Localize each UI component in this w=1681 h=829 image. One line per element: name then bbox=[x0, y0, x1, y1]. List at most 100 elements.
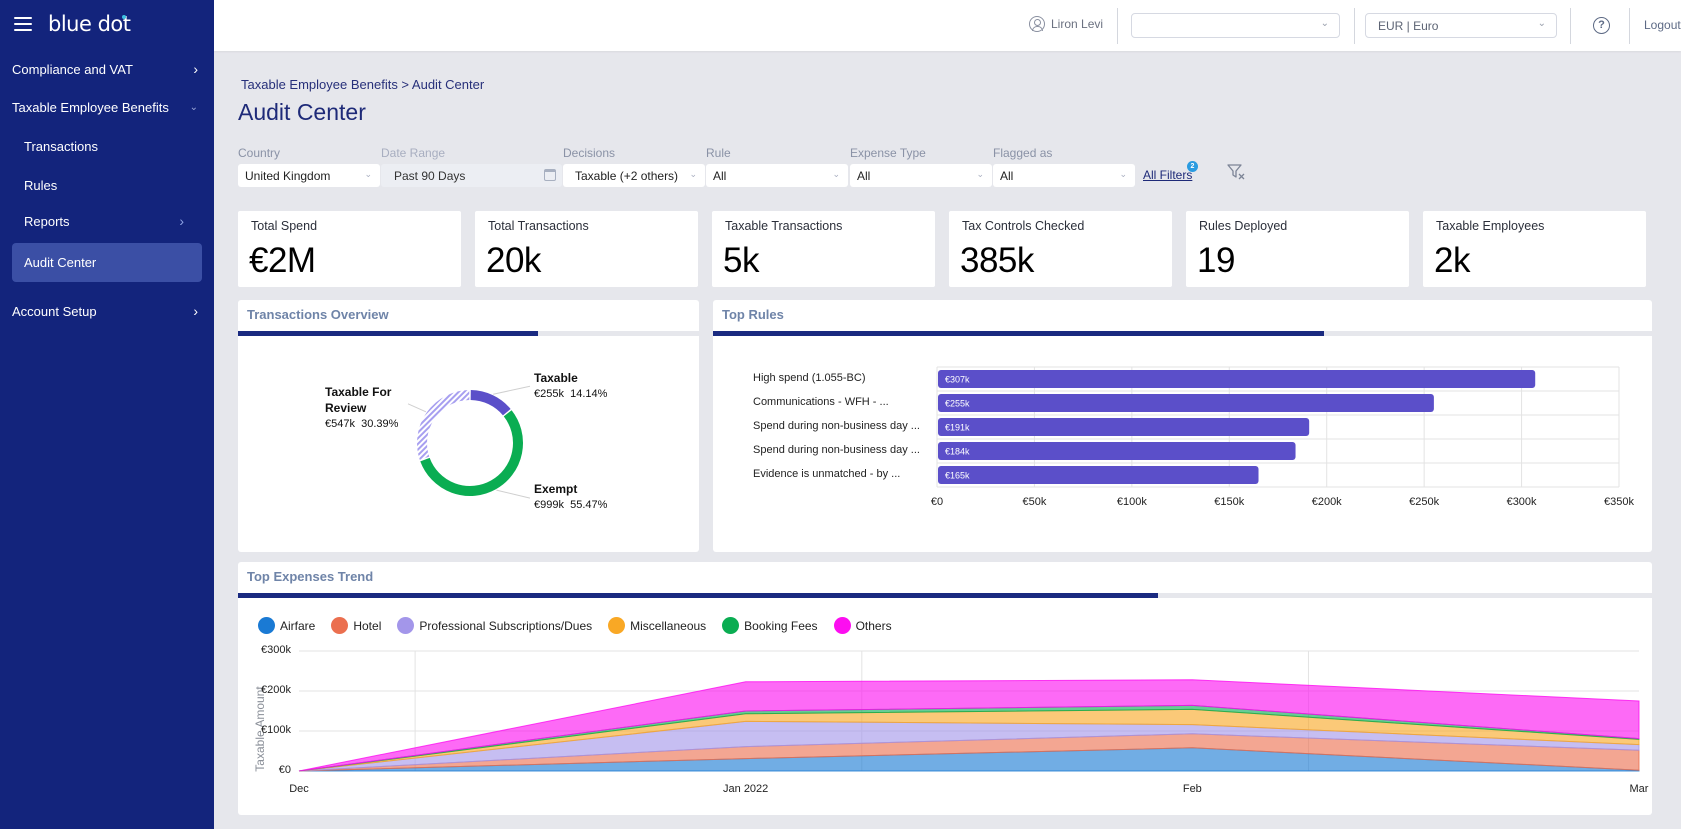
decisions-select-value: Taxable (+2 others) bbox=[575, 169, 679, 183]
x-tick-label: Jan 2022 bbox=[723, 783, 769, 795]
sidebar-item-label: Rules bbox=[24, 177, 58, 193]
top-bar: Liron Levi ⌄ EUR | Euro ⌄ ? Logout bbox=[214, 0, 1681, 51]
kpi-value: 5k bbox=[723, 241, 759, 280]
logo-text: blue dot bbox=[48, 12, 131, 36]
rule-bar[interactable] bbox=[938, 370, 1536, 388]
rule-label: Spend during non-business day ... bbox=[753, 420, 920, 432]
x-tick-label: €200k bbox=[1311, 496, 1342, 508]
calendar-icon[interactable] bbox=[544, 169, 556, 181]
sidebar-item-reports[interactable]: Reports › bbox=[0, 206, 214, 236]
slice-percent: 55.47% bbox=[570, 499, 608, 511]
x-tick-label: €150k bbox=[1214, 496, 1245, 508]
currency-select-value: EUR | Euro bbox=[1378, 19, 1439, 33]
donut-slice-exempt[interactable] bbox=[420, 410, 523, 496]
x-tick-label: €250k bbox=[1409, 496, 1440, 508]
kpi-card-taxable-employees: Taxable Employees 2k bbox=[1423, 211, 1646, 287]
entity-select[interactable]: ⌄ bbox=[1131, 13, 1340, 38]
chevron-down-icon: ⌄ bbox=[1537, 18, 1546, 29]
clear-filters-icon[interactable] bbox=[1227, 163, 1245, 181]
help-glyph: ? bbox=[1598, 19, 1605, 31]
date-range-input[interactable]: Past 90 Days bbox=[381, 164, 562, 187]
sidebar-item-rules[interactable]: Rules bbox=[0, 170, 214, 200]
chevron-down-icon: ⌄ bbox=[1119, 169, 1127, 179]
donut-chart bbox=[407, 385, 531, 499]
expense-type-filter-label: Expense Type bbox=[850, 146, 926, 160]
kpi-label: Total Spend bbox=[251, 219, 318, 233]
divider bbox=[1117, 8, 1118, 44]
hamburger-icon[interactable] bbox=[14, 17, 32, 31]
donut-label-taxable: Taxable €255k 14.14% bbox=[534, 371, 607, 402]
expense-type-filter: Expense Type All ⌄ bbox=[850, 146, 992, 187]
rule-label: Spend during non-business day ... bbox=[753, 444, 920, 456]
help-icon[interactable]: ? bbox=[1593, 17, 1610, 34]
rule-label: Evidence is unmatched - by ... bbox=[753, 468, 901, 480]
breadcrumb: Taxable Employee Benefits > Audit Center bbox=[241, 77, 484, 92]
y-tick-label: €200k bbox=[261, 684, 291, 696]
kpi-label: Taxable Employees bbox=[1436, 219, 1545, 233]
rule-bar-value-label: €165k bbox=[945, 471, 970, 481]
sidebar-item-label: Account Setup bbox=[12, 303, 97, 319]
chevron-down-icon: ⌄ bbox=[832, 169, 840, 179]
divider bbox=[1570, 8, 1571, 44]
slice-amount: €255k bbox=[534, 388, 564, 400]
sidebar-item-taxable-employee-benefits[interactable]: Taxable Employee Benefits ⌄ bbox=[0, 92, 214, 122]
sidebar-item-audit-center[interactable]: Audit Center bbox=[12, 243, 202, 282]
expense-type-select[interactable]: All ⌄ bbox=[850, 164, 992, 187]
logo[interactable]: blue dot bbox=[48, 12, 131, 36]
x-tick-label: Feb bbox=[1182, 783, 1202, 795]
kpi-value: €2M bbox=[249, 241, 316, 280]
donut-label-taxable-for-review: Taxable For Review €547k 30.39% bbox=[325, 385, 405, 432]
filter-count-badge: 2 bbox=[1187, 161, 1198, 172]
flagged-as-filter: Flagged as All ⌄ bbox=[993, 146, 1135, 187]
slice-percent: 30.39% bbox=[361, 418, 399, 430]
kpi-card-total-spend: Total Spend €2M bbox=[238, 211, 461, 287]
country-select[interactable]: United Kingdom ⌄ bbox=[238, 164, 380, 187]
trend-chart bbox=[298, 650, 1640, 772]
kpi-card-rules-deployed: Rules Deployed 19 bbox=[1186, 211, 1409, 287]
all-filters-link[interactable]: All Filters bbox=[1143, 168, 1192, 182]
user-menu[interactable]: Liron Levi bbox=[1029, 16, 1103, 32]
x-tick-label: €0 bbox=[930, 496, 944, 508]
rule-select[interactable]: All ⌄ bbox=[706, 164, 848, 187]
breadcrumb-current: Audit Center bbox=[411, 77, 485, 92]
sidebar-item-label: Taxable Employee Benefits bbox=[12, 99, 169, 115]
sidebar-item-label: Transactions bbox=[24, 138, 98, 154]
chevron-right-icon: › bbox=[193, 61, 198, 77]
decisions-select[interactable]: Taxable (+2 others) ⌄ bbox=[563, 164, 705, 187]
rule-filter-label: Rule bbox=[706, 146, 731, 160]
rule-bar[interactable] bbox=[938, 466, 1259, 484]
donut-leader-line bbox=[496, 489, 531, 499]
date-range-filter: Date Range Past 90 Days bbox=[381, 146, 562, 187]
donut-slice-taxable-for-review[interactable] bbox=[417, 390, 470, 460]
brand: blue dot bbox=[14, 12, 131, 36]
x-tick-label: €300k bbox=[1506, 496, 1537, 508]
rule-label: High spend (1.055-BC) bbox=[753, 372, 866, 384]
sidebar-item-transactions[interactable]: Transactions bbox=[0, 131, 214, 161]
kpi-label: Taxable Transactions bbox=[725, 219, 843, 233]
country-select-value: United Kingdom bbox=[245, 169, 331, 183]
sidebar-item-account-setup[interactable]: Account Setup › bbox=[0, 296, 214, 326]
rule-bar[interactable] bbox=[938, 394, 1434, 412]
sidebar-item-label: Reports bbox=[24, 213, 70, 229]
rule-bar[interactable] bbox=[938, 418, 1310, 436]
rule-bar[interactable] bbox=[938, 442, 1296, 460]
slice-name: Taxable For Review bbox=[325, 385, 392, 415]
kpi-value: 2k bbox=[1434, 241, 1470, 280]
user-name: Liron Levi bbox=[1051, 17, 1104, 31]
flagged-as-select[interactable]: All ⌄ bbox=[993, 164, 1135, 187]
rule-bar-value-label: €307k bbox=[945, 375, 970, 385]
chevron-down-icon: ⌄ bbox=[976, 169, 984, 179]
kpi-value: 20k bbox=[486, 241, 541, 280]
kpi-card-total-transactions: Total Transactions 20k bbox=[475, 211, 698, 287]
currency-select[interactable]: EUR | Euro ⌄ bbox=[1365, 13, 1557, 38]
chevron-down-icon: ⌄ bbox=[364, 169, 372, 179]
logout-button[interactable]: Logout bbox=[1644, 18, 1681, 32]
page-title: Audit Center bbox=[238, 99, 366, 125]
sidebar: blue dot Compliance and VAT › Taxable Em… bbox=[0, 0, 214, 829]
top-rules-panel: Top Rules €307k €255k €191k €184k €165k High… bbox=[713, 300, 1652, 552]
breadcrumb-parent-link[interactable]: Taxable Employee Benefits bbox=[241, 77, 398, 92]
donut-slice-taxable[interactable] bbox=[470, 390, 511, 416]
x-tick-label: €100k bbox=[1116, 496, 1147, 508]
sidebar-item-compliance-and-vat[interactable]: Compliance and VAT › bbox=[0, 54, 214, 84]
transactions-overview-panel: Transactions Overview Taxable For Review… bbox=[238, 300, 699, 552]
